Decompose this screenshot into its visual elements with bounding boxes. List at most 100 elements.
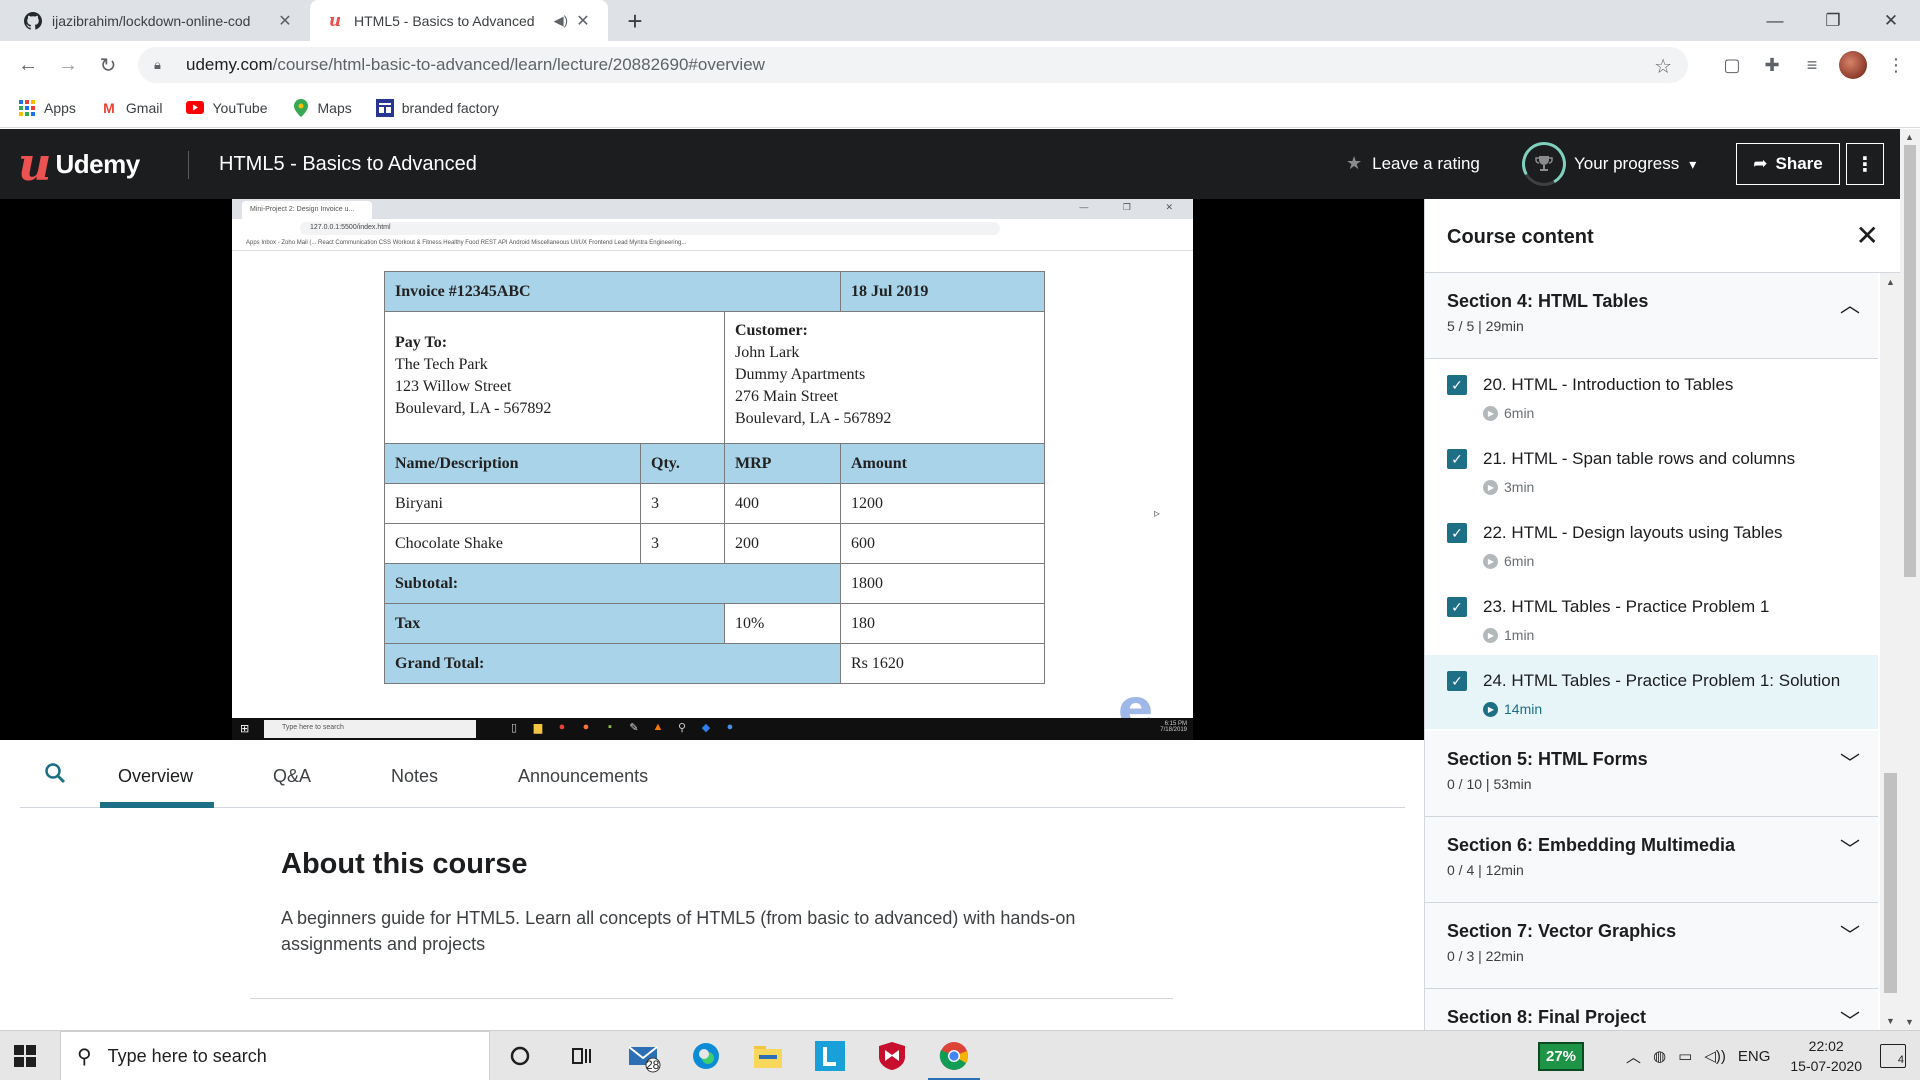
browser-icon: ●	[726, 721, 734, 733]
chrome-icon: ●	[558, 721, 566, 733]
video-inner-tray: 6:15 PM 7/18/2019	[1160, 721, 1187, 733]
cortana-icon[interactable]	[502, 1039, 538, 1073]
checkbox-checked-icon[interactable]: ✓	[1447, 671, 1467, 691]
notifications-icon[interactable]: 4	[1880, 1044, 1906, 1068]
chrome-icon[interactable]	[928, 1039, 980, 1080]
col-header-mrp: MRP	[724, 443, 841, 484]
bookmark-gmail[interactable]: M Gmail	[100, 99, 162, 117]
play-icon: ▶	[1483, 405, 1498, 421]
lecture-item[interactable]: ✓ 23. HTML Tables - Practice Problem 1 ▶…	[1425, 581, 1878, 655]
tab-qa[interactable]: Q&A	[273, 766, 311, 787]
bookmark-youtube[interactable]: YouTube	[186, 99, 268, 117]
section-4[interactable]: Section 4: HTML Tables 5 / 5 | 29min ︿	[1425, 273, 1878, 359]
l-app-icon[interactable]	[812, 1039, 848, 1073]
course-title[interactable]: HTML5 - Basics to Advanced	[219, 153, 477, 176]
back-arrow-icon[interactable]: ←	[14, 51, 42, 79]
duration-text: 1min	[1504, 627, 1535, 643]
scrollbar-thumb[interactable]	[1884, 773, 1897, 993]
maximize-icon[interactable]: ❐	[1804, 0, 1862, 41]
edge-icon[interactable]	[688, 1039, 724, 1073]
sidebar-scrollbar[interactable]: ▲ ▼	[1880, 273, 1900, 1030]
scroll-up-icon[interactable]: ▲	[1905, 132, 1914, 142]
checkbox-checked-icon[interactable]: ✓	[1447, 597, 1467, 617]
battery-widget[interactable]: 27%	[1538, 1041, 1585, 1071]
page-scrollbar[interactable]: ▲ ▼	[1900, 129, 1920, 1030]
taskbar-search[interactable]: ⚲ Type here to search	[60, 1031, 490, 1080]
reload-icon[interactable]: ↻	[94, 51, 122, 79]
share-button[interactable]: ➦ Share	[1736, 143, 1840, 185]
pocket-icon[interactable]: ▢	[1720, 53, 1744, 77]
minimize-icon[interactable]: —	[1746, 0, 1804, 41]
browser-tab-udemy[interactable]: u HTML5 - Basics to Advanced ◀) ✕	[310, 0, 608, 41]
notification-count: 4	[1897, 1054, 1904, 1066]
table-row: Chocolate Shake 3 200 600	[384, 523, 1045, 564]
lecture-item[interactable]: ✓ 22. HTML - Design layouts using Tables…	[1425, 507, 1878, 581]
checkbox-checked-icon[interactable]: ✓	[1447, 375, 1467, 395]
tab-overview[interactable]: Overview	[118, 766, 193, 787]
media-queue-icon[interactable]: ≡	[1800, 53, 1824, 77]
video-inner-tab: Mini-Project 2: Design Invoice u...	[242, 201, 372, 219]
section-6[interactable]: Section 6: Embedding Multimedia 0 / 4 | …	[1425, 817, 1878, 903]
speaker-icon[interactable]: ◀)	[554, 13, 568, 29]
task-view-icon[interactable]	[564, 1039, 600, 1073]
close-tab-icon[interactable]: ✕	[276, 11, 294, 31]
tab-announcements[interactable]: Announcements	[518, 766, 648, 787]
checkbox-checked-icon[interactable]: ✓	[1447, 523, 1467, 543]
lecture-item[interactable]: ✓ 21. HTML - Span table rows and columns…	[1425, 433, 1878, 507]
bookmark-branded-factory[interactable]: branded factory	[375, 98, 499, 117]
lecture-item[interactable]: ✓ 20. HTML - Introduction to Tables ▶ 6mi…	[1425, 359, 1878, 433]
your-progress-button[interactable]: Your progress ▾	[1522, 142, 1696, 186]
lecture-item-current[interactable]: ✓ 24. HTML Tables - Practice Problem 1: …	[1425, 655, 1878, 729]
profile-avatar[interactable]	[1839, 51, 1867, 79]
extensions-puzzle-icon[interactable]: ✚	[1760, 53, 1784, 77]
search-icon[interactable]	[44, 762, 66, 784]
col-header-amount: Amount	[840, 443, 1045, 484]
scroll-down-icon[interactable]: ▼	[1905, 1017, 1914, 1027]
network-icon: ⚲	[677, 722, 687, 734]
leave-rating-button[interactable]: ★ Leave a rating	[1346, 153, 1480, 174]
section-7[interactable]: Section 7: Vector Graphics 0 / 3 | 22min…	[1425, 903, 1878, 989]
pay-to-line: Boulevard, LA - 567892	[395, 400, 552, 417]
pay-to-label: Pay To:	[395, 334, 448, 351]
checkbox-checked-icon[interactable]: ✓	[1447, 449, 1467, 469]
close-icon[interactable]: ✕	[1856, 219, 1879, 252]
file-explorer-icon[interactable]	[750, 1039, 786, 1073]
language-indicator[interactable]: ENG	[1738, 1048, 1771, 1065]
scroll-down-icon[interactable]: ▼	[1886, 1016, 1895, 1026]
address-bar[interactable]: 🔒︎ udemy.com/course/html-basic-to-advanc…	[138, 47, 1688, 83]
close-tab-icon[interactable]: ✕	[574, 11, 592, 31]
item-name: Chocolate Shake	[384, 523, 641, 564]
lock-icon[interactable]: 🔒︎	[154, 57, 168, 73]
clock[interactable]: 22:02 15-07-2020	[1790, 1036, 1862, 1076]
section-5[interactable]: Section 5: HTML Forms 0 / 10 | 53min ﹀	[1425, 731, 1878, 817]
close-window-icon[interactable]: ✕	[1862, 0, 1920, 41]
browser-tab-github[interactable]: ijazibrahim/lockdown-online-cod ✕	[8, 0, 310, 41]
chrome-menu-icon[interactable]: ⋮	[1884, 53, 1908, 77]
scrollbar-thumb[interactable]	[1904, 145, 1916, 577]
more-options-icon[interactable]: ⋮	[1846, 143, 1884, 185]
network-icon[interactable]: ◍	[1653, 1047, 1666, 1065]
forward-arrow-icon[interactable]: →	[54, 51, 82, 79]
folder-icon: ▆	[533, 722, 543, 734]
new-tab-button[interactable]: +	[620, 6, 650, 37]
bookmark-maps[interactable]: Maps	[292, 98, 352, 117]
scroll-up-icon[interactable]: ▲	[1886, 277, 1895, 287]
lecture-duration: ▶ 3min	[1483, 479, 1534, 495]
section-8[interactable]: Section 8: Final Project ﹀	[1425, 989, 1878, 1030]
udemy-logo[interactable]: u Udemy	[18, 141, 140, 187]
col-header-qty: Qty.	[640, 443, 725, 484]
mcafee-icon[interactable]	[874, 1039, 910, 1073]
bookmark-star-icon[interactable]: ☆	[1654, 54, 1672, 79]
mail-icon[interactable]: 28	[626, 1039, 662, 1073]
bookmark-site-icon	[375, 98, 394, 117]
chevron-up-icon[interactable]: ︿	[1626, 1046, 1641, 1067]
clock-date: 15-07-2020	[1790, 1058, 1862, 1074]
lecture-duration: ▶ 14min	[1483, 701, 1542, 717]
tab-notes[interactable]: Notes	[391, 766, 438, 787]
volume-icon[interactable]: ◁))	[1704, 1047, 1726, 1065]
duration-text: 6min	[1504, 553, 1535, 569]
battery-icon[interactable]: ▭	[1678, 1047, 1692, 1065]
windows-start-icon[interactable]	[14, 1045, 36, 1067]
video-player[interactable]: Mini-Project 2: Design Invoice u... — ❐ …	[0, 199, 1424, 740]
bookmark-apps[interactable]: Apps	[18, 99, 76, 117]
